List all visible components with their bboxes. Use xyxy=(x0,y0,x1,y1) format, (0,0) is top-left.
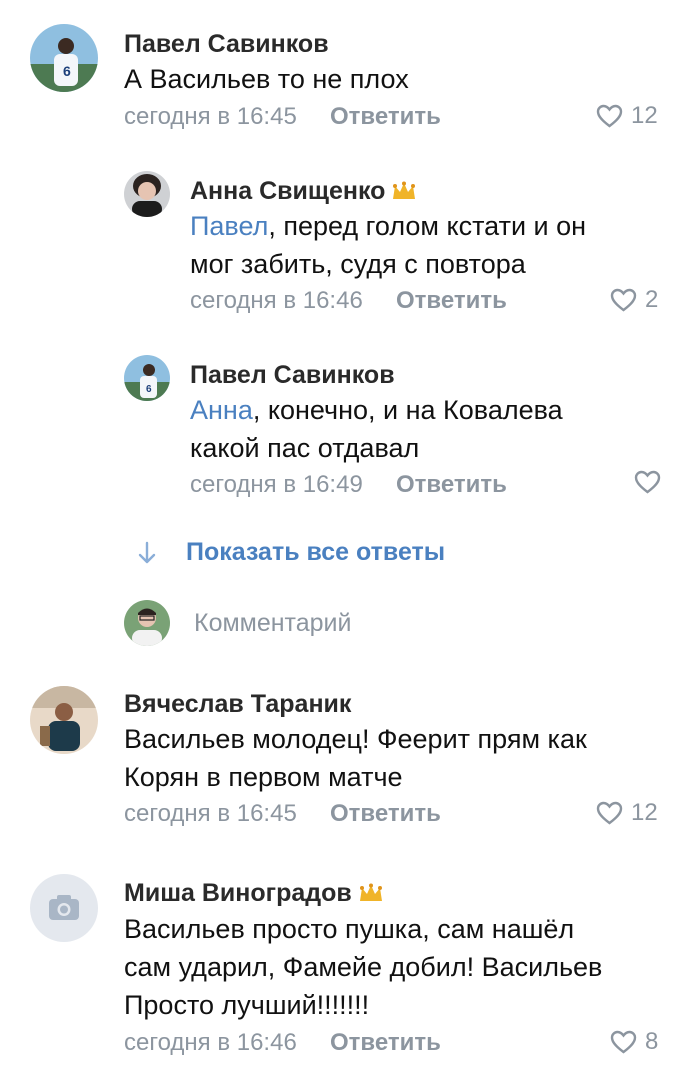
comment-author[interactable]: Вячеслав Тараник xyxy=(124,690,351,719)
comment-text: Анна, конечно, и на Ковалева какой пас о… xyxy=(190,395,563,463)
heart-icon xyxy=(634,470,661,494)
like-count: 12 xyxy=(631,799,658,826)
comment-author[interactable]: Павел Савинков xyxy=(124,30,329,59)
comment-time: сегодня в 16:46 xyxy=(190,287,363,314)
comment-text: А Васильев то не плох xyxy=(124,64,409,94)
camera-icon xyxy=(49,895,79,920)
avatar xyxy=(124,600,170,646)
comment-author[interactable]: Павел Савинков xyxy=(190,361,395,390)
comment-time: сегодня в 16:45 xyxy=(124,800,297,827)
avatar[interactable]: 6 xyxy=(30,24,98,92)
reply-button[interactable]: Ответить xyxy=(330,103,441,131)
crown-icon xyxy=(391,179,417,208)
reply-button[interactable]: Ответить xyxy=(396,287,507,315)
comment-time: сегодня в 16:49 xyxy=(190,471,363,498)
like-count: 12 xyxy=(631,102,658,129)
avatar[interactable]: 6 xyxy=(124,355,170,401)
like-button[interactable]: 8 xyxy=(610,1028,658,1056)
comment-author[interactable]: Анна Свищенко xyxy=(190,177,417,208)
mention-link[interactable]: Анна xyxy=(190,395,253,425)
heart-icon xyxy=(596,104,623,128)
reply-button[interactable]: Ответить xyxy=(330,1029,441,1057)
like-button[interactable]: 12 xyxy=(596,102,658,130)
show-all-replies-label[interactable]: Показать все ответы xyxy=(186,538,445,567)
like-count: 2 xyxy=(645,286,659,313)
avatar[interactable] xyxy=(30,874,98,942)
heart-icon xyxy=(610,288,637,312)
crown-icon xyxy=(358,881,384,910)
show-all-replies-button[interactable]: Показать все ответы xyxy=(138,538,445,567)
svg-text:6: 6 xyxy=(63,63,71,79)
svg-text:6: 6 xyxy=(146,384,152,395)
comment-text: Васильев молодец! Феерит прям как Корян … xyxy=(124,724,587,792)
comment-time: сегодня в 16:46 xyxy=(124,1029,297,1056)
comment-text: Павел, перед голом кстати и он мог забит… xyxy=(190,211,587,279)
comment-time: сегодня в 16:45 xyxy=(124,103,297,130)
like-button[interactable]: 12 xyxy=(596,799,658,827)
avatar[interactable] xyxy=(30,686,98,754)
like-button[interactable]: 2 xyxy=(610,286,658,314)
arrow-down-icon xyxy=(138,541,156,563)
heart-icon xyxy=(596,801,623,825)
reply-button[interactable]: Ответить xyxy=(330,800,441,828)
heart-icon xyxy=(610,1030,637,1054)
comment-input-placeholder[interactable]: Комментарий xyxy=(194,609,351,638)
reply-button[interactable]: Ответить xyxy=(396,471,507,499)
mention-link[interactable]: Павел xyxy=(190,211,268,241)
avatar[interactable] xyxy=(124,171,170,217)
comment-text: Васильев просто пушка, сам нашёл сам уда… xyxy=(124,914,603,1020)
like-button[interactable] xyxy=(634,470,661,494)
comment-input[interactable]: Комментарий xyxy=(124,600,351,646)
comment-author[interactable]: Миша Виноградов xyxy=(124,879,384,910)
like-count: 8 xyxy=(645,1028,659,1055)
